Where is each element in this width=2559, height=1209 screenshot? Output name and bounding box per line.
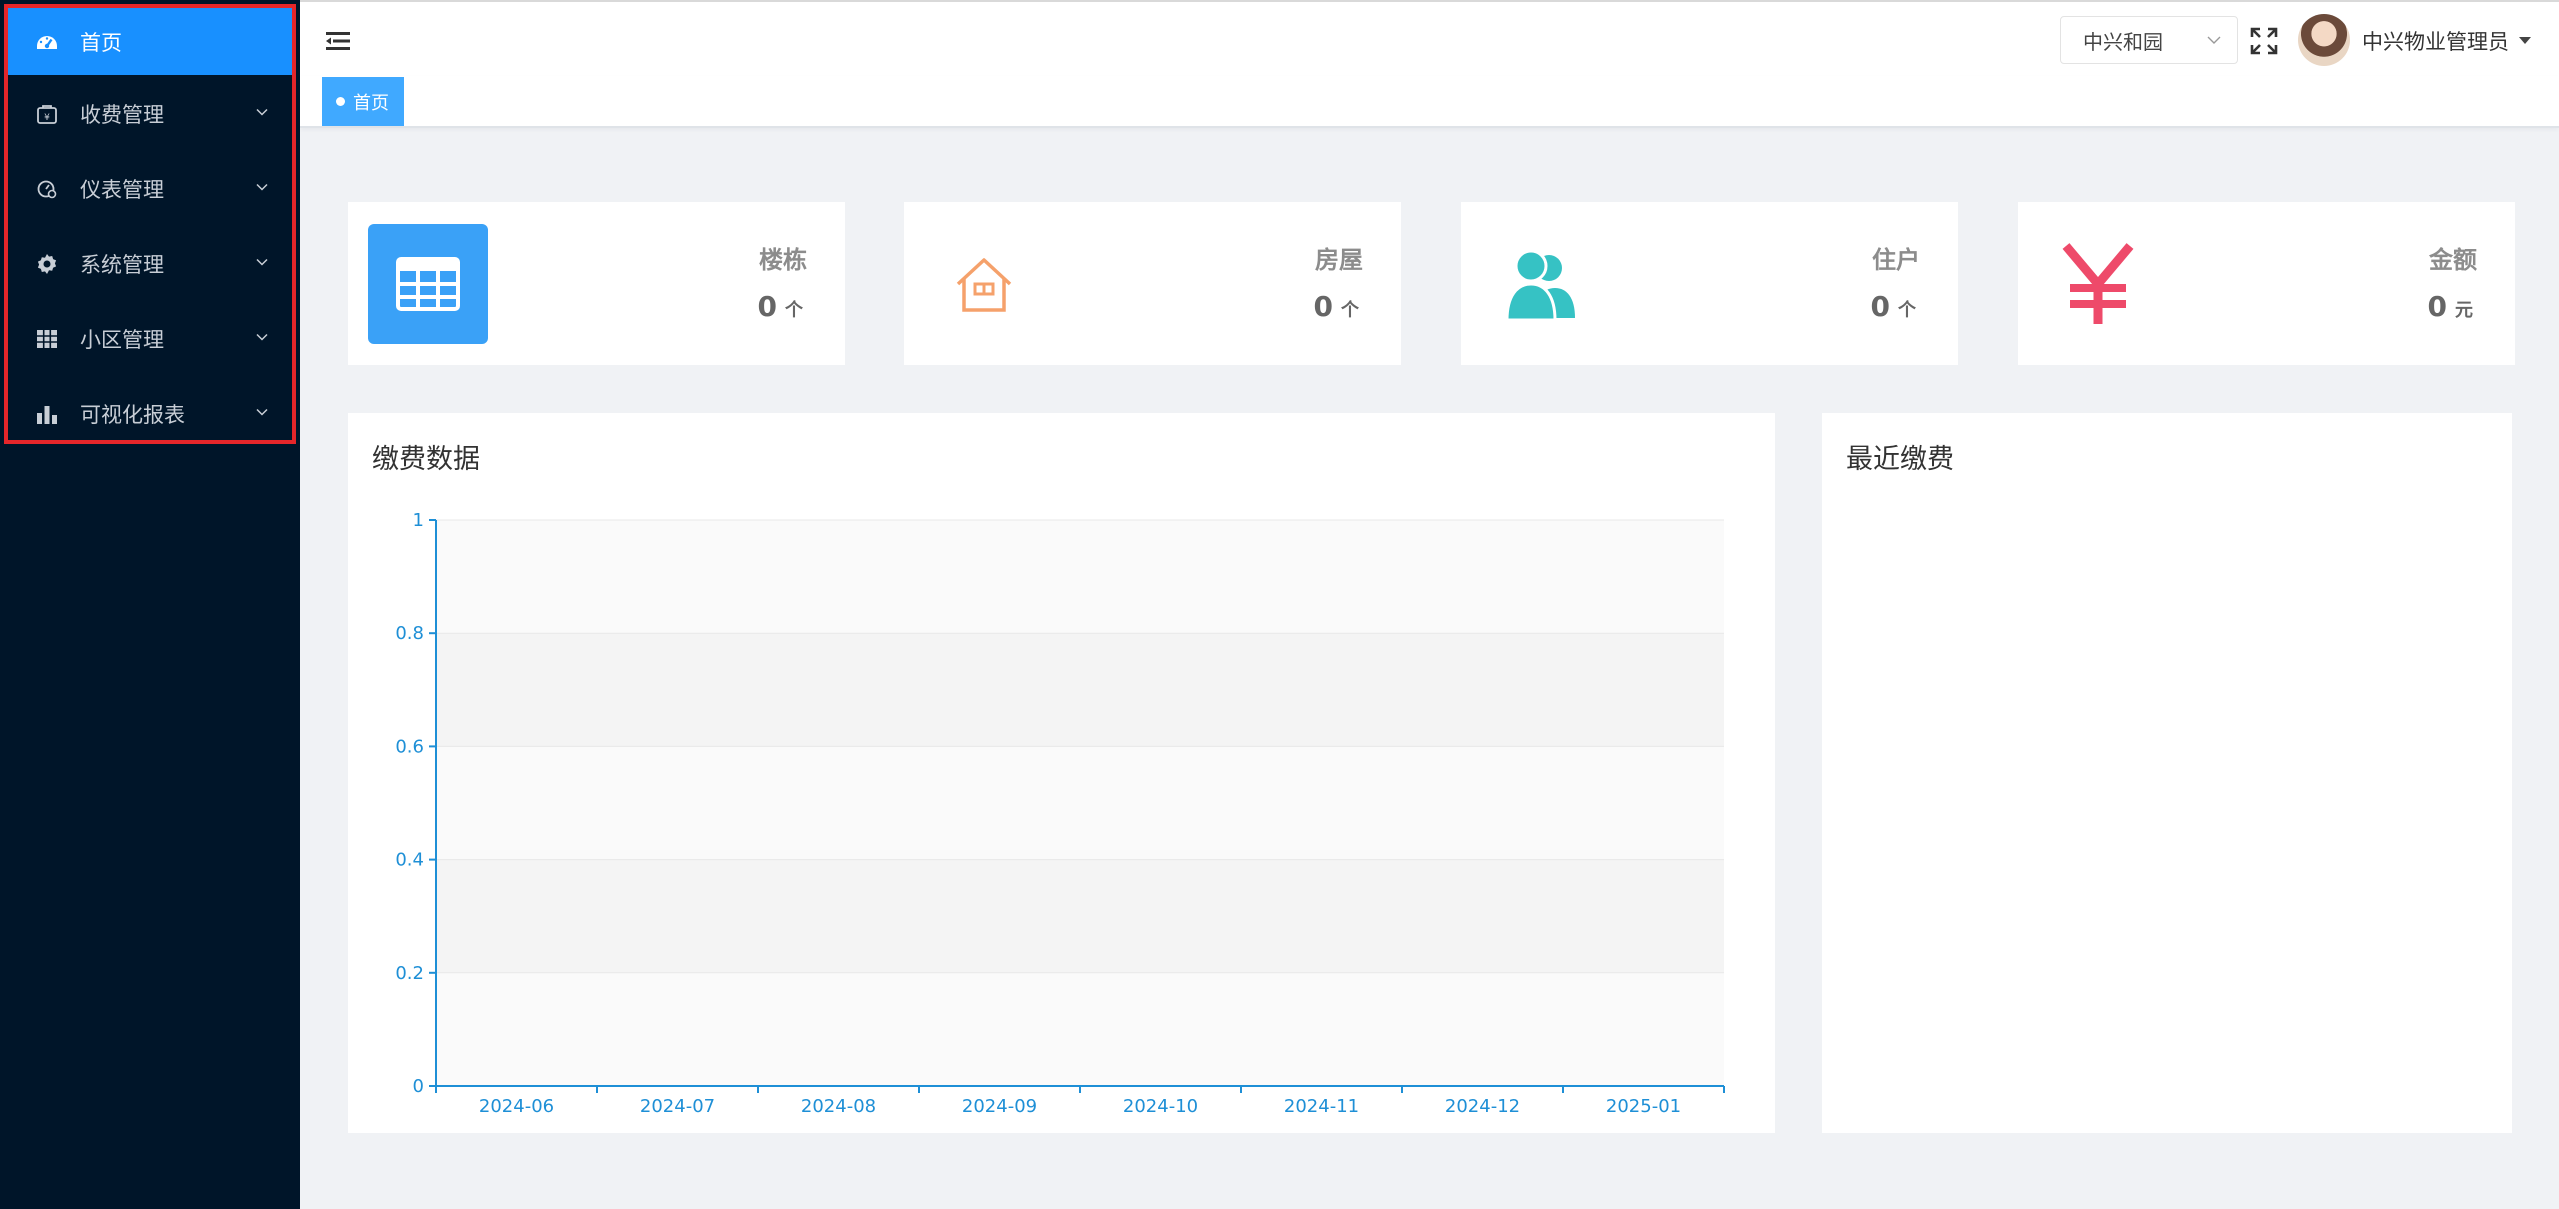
stat-unit: 个 <box>785 300 803 321</box>
grid-band <box>436 746 1724 860</box>
caret-down-icon[interactable] <box>2519 37 2531 44</box>
sidebar-item-label: 可视化报表 <box>80 402 185 427</box>
y-tick-label: 0 <box>413 1076 424 1097</box>
stat-card-buildings: 楼栋 0 个 <box>348 202 845 365</box>
grid-icon <box>34 326 60 352</box>
grid-band <box>436 633 1724 747</box>
sidebar: 首页 ¥ 收费管理 仪表管理 系统管理 小区管理 可视化报表 <box>0 0 300 1209</box>
stat-label: 楼栋 <box>759 246 807 274</box>
stat-number: 0 <box>1313 290 1333 323</box>
chevron-down-icon <box>256 108 268 116</box>
stat-card-amount: 金额 0 元 <box>2018 202 2515 365</box>
grid-band <box>436 859 1724 973</box>
table-icon <box>368 224 488 344</box>
sidebar-item-home[interactable]: 首页 <box>8 8 292 75</box>
y-tick-label: 0.6 <box>395 736 424 757</box>
y-tick-label: 0.4 <box>395 850 424 871</box>
payment-chart: 0 0.2 0.4 0.6 0.8 1 2024-06 2024-07 2024-08 2024-… <box>395 510 1725 1117</box>
x-tick-label: 2024-12 <box>1445 1096 1520 1117</box>
sidebar-item-meter-management[interactable]: 仪表管理 <box>8 155 292 222</box>
menu-toggle-icon[interactable] <box>326 30 350 52</box>
stat-number: 0 <box>757 290 777 323</box>
x-tick-label: 2024-11 <box>1284 1096 1359 1117</box>
chevron-down-icon <box>256 408 268 416</box>
chevron-down-icon <box>2207 36 2221 44</box>
bar-chart-icon <box>34 401 60 427</box>
dashboard-icon <box>34 29 60 55</box>
fullscreen-icon[interactable] <box>2249 26 2279 56</box>
grid-band <box>436 972 1724 1086</box>
recent-payments-panel: 最近缴费 <box>1822 413 2512 1133</box>
yen-icon <box>2038 224 2158 344</box>
sidebar-item-system-management[interactable]: 系统管理 <box>8 230 292 297</box>
x-tick-label: 2024-07 <box>640 1096 715 1117</box>
users-icon <box>1481 224 1601 344</box>
sidebar-item-label: 仪表管理 <box>80 177 164 202</box>
stat-value: 0 个 <box>1314 290 1359 323</box>
sidebar-item-label: 系统管理 <box>80 252 164 277</box>
stat-number: 0 <box>1870 290 1890 323</box>
y-tick-label: 1 <box>413 510 424 531</box>
sidebar-item-community-management[interactable]: 小区管理 <box>8 305 292 372</box>
x-tick-label: 2025-01 <box>1606 1096 1681 1117</box>
payment-bag-icon: ¥ <box>34 101 60 127</box>
x-tick-label: 2024-10 <box>1123 1096 1198 1117</box>
x-tick-label: 2024-06 <box>479 1096 554 1117</box>
stat-value: 0 元 <box>2428 290 2473 323</box>
stat-value: 0 个 <box>1871 290 1916 323</box>
chevron-down-icon <box>256 258 268 266</box>
sidebar-item-fee-management[interactable]: ¥ 收费管理 <box>8 80 292 147</box>
stat-number: 0 <box>2427 290 2447 323</box>
stat-unit: 元 <box>2455 300 2473 321</box>
avatar[interactable] <box>2298 14 2350 66</box>
house-icon <box>924 224 1044 344</box>
user-name[interactable]: 中兴物业管理员 <box>2362 26 2509 56</box>
chevron-down-icon <box>256 183 268 191</box>
community-select[interactable]: 中兴和园 <box>2060 16 2238 64</box>
gear-icon <box>34 251 60 277</box>
stat-label: 房屋 <box>1315 246 1363 274</box>
x-tick-label: 2024-09 <box>962 1096 1037 1117</box>
svg-text:¥: ¥ <box>44 113 50 123</box>
sidebar-item-visual-reports[interactable]: 可视化报表 <box>8 380 292 447</box>
sidebar-item-label: 小区管理 <box>80 327 164 352</box>
stat-label: 金额 <box>2429 246 2477 274</box>
payment-data-panel: 缴费数据 0 0.2 0.4 0.6 0.8 1 2024-06 2024-07 2024-08… <box>348 413 1775 1133</box>
stat-value: 0 个 <box>758 290 803 323</box>
y-tick-label: 0.2 <box>395 963 424 984</box>
stat-unit: 个 <box>1341 300 1359 321</box>
tab-home[interactable]: 首页 <box>322 77 404 126</box>
chevron-down-icon <box>256 333 268 341</box>
stat-unit: 个 <box>1898 300 1916 321</box>
community-select-value: 中兴和园 <box>2083 29 2163 54</box>
top-header: 中兴和园 中兴物业管理员 <box>300 0 2559 76</box>
stat-label: 住户 <box>1872 246 1920 274</box>
y-tick-label: 0.8 <box>395 623 424 644</box>
meter-icon <box>34 176 60 202</box>
tab-label: 首页 <box>353 92 389 114</box>
grid-band <box>436 520 1724 634</box>
sidebar-item-label: 首页 <box>80 30 122 55</box>
stat-card-residents: 住户 0 个 <box>1461 202 1958 365</box>
panel-title: 最近缴费 <box>1846 444 1954 475</box>
tabs-bar: 首页 <box>300 76 2559 128</box>
sidebar-item-label: 收费管理 <box>80 102 164 127</box>
sidebar-menu: 首页 ¥ 收费管理 仪表管理 系统管理 小区管理 可视化报表 <box>4 4 296 444</box>
active-dot-icon <box>336 97 345 106</box>
x-tick-label: 2024-08 <box>801 1096 876 1117</box>
stat-card-houses: 房屋 0 个 <box>904 202 1401 365</box>
